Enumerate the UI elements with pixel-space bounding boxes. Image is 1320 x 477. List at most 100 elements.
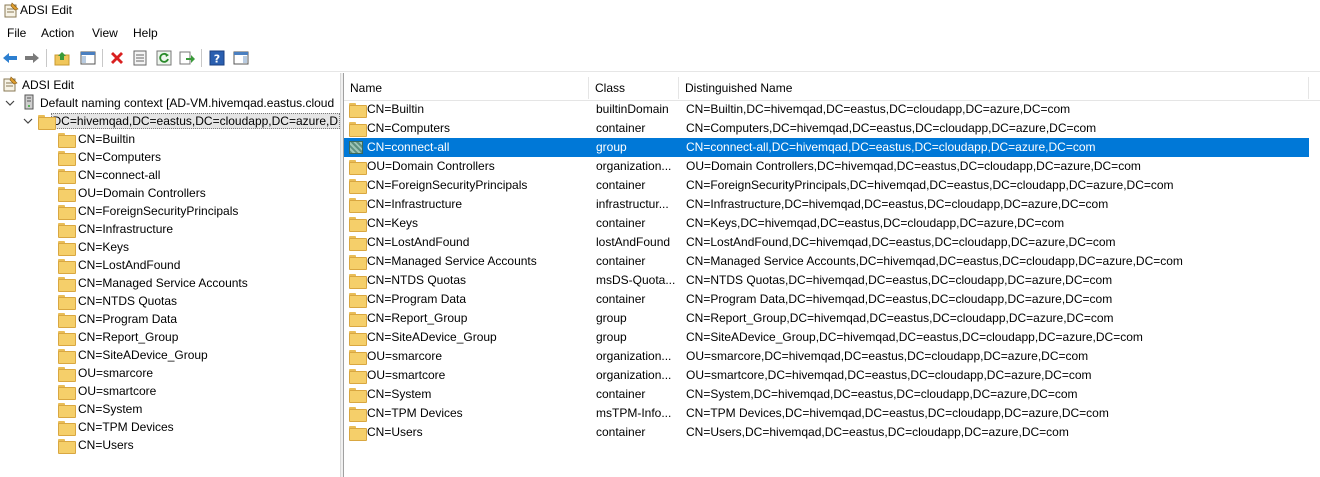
cell-dn: CN=TPM Devices,DC=hivemqad,DC=eastus,DC=… <box>686 406 1109 420</box>
tree-item[interactable]: CN=connect-all <box>58 166 160 184</box>
cell-dn: CN=Users,DC=hivemqad,DC=eastus,DC=clouda… <box>686 425 1069 439</box>
tree-item-label: CN=Computers <box>78 150 162 164</box>
folder-icon <box>58 186 76 202</box>
menu-file[interactable]: File <box>7 26 26 40</box>
cell-class: group <box>596 140 627 154</box>
table-row[interactable]: CN=Managed Service Accounts container CN=M… <box>344 252 1309 271</box>
adsi-edit-icon <box>2 75 18 95</box>
tree-item[interactable]: OU=Domain Controllers <box>58 184 206 202</box>
tree-item-label: CN=Report_Group <box>78 330 179 344</box>
tree-item[interactable]: CN=Managed Service Accounts <box>58 274 248 292</box>
tree-item[interactable]: CN=Report_Group <box>58 328 178 346</box>
table-row[interactable]: CN=Users container CN=Users,DC=hivemqad,DC… <box>344 423 1309 442</box>
cell-class: msDS-Quota... <box>596 273 676 287</box>
tree-root-label: ADSI Edit <box>22 78 75 92</box>
tree-item-label: CN=Infrastructure <box>78 222 174 236</box>
cell-dn: CN=NTDS Quotas,DC=hivemqad,DC=eastus,DC=… <box>686 273 1113 287</box>
forward-arrow-icon[interactable] <box>22 48 42 68</box>
tree-item[interactable]: OU=smarcore <box>58 364 153 382</box>
naming-context-label: Default naming context [AD-VM.hivemqad.e… <box>40 96 335 110</box>
cell-class: organization... <box>596 159 672 173</box>
table-row[interactable]: CN=ForeignSecurityPrincipals container CN=… <box>344 176 1309 195</box>
cell-class: container <box>596 425 646 439</box>
cell-name: OU=Domain Controllers <box>367 159 495 173</box>
menu-action[interactable]: Action <box>41 26 74 40</box>
tree-item[interactable]: CN=Computers <box>58 148 161 166</box>
up-folder-icon[interactable] <box>52 48 72 68</box>
cell-dn: CN=Program Data,DC=hivemqad,DC=eastus,DC… <box>686 292 1113 306</box>
tree-item[interactable]: CN=Infrastructure <box>58 220 173 238</box>
toolbar: ? <box>0 44 1320 72</box>
table-row[interactable]: CN=TPM Devices msTPM-Info... CN=TPM Device… <box>344 404 1309 423</box>
tree-item[interactable]: CN=System <box>58 400 142 418</box>
tree-item[interactable]: CN=Users <box>58 436 134 454</box>
column-header-name[interactable]: Name <box>344 77 589 99</box>
help-icon[interactable]: ? <box>207 48 227 68</box>
tree-item[interactable]: CN=LostAndFound <box>58 256 180 274</box>
table-row[interactable]: CN=NTDS Quotas msDS-Quota... CN=NTDS Quota… <box>344 271 1309 290</box>
tree-item[interactable]: CN=Keys <box>58 238 129 256</box>
tree-item[interactable]: CN=ForeignSecurityPrincipals <box>58 202 238 220</box>
tree-item[interactable]: CN=NTDS Quotas <box>58 292 177 310</box>
chevron-down-icon[interactable] <box>22 115 34 127</box>
column-header-dn[interactable]: Distinguished Name <box>679 77 1309 99</box>
tree-item[interactable]: CN=Builtin <box>58 130 135 148</box>
toolbar-separator <box>201 49 202 67</box>
cell-name: CN=ForeignSecurityPrincipals <box>367 178 528 192</box>
tree-item-domain[interactable]: DC=hivemqad,DC=eastus,DC=cloudapp,DC=azu… <box>22 112 340 130</box>
cell-name: CN=TPM Devices <box>367 406 463 420</box>
properties-icon[interactable] <box>130 48 150 68</box>
folder-icon <box>58 150 76 166</box>
list-pane[interactable]: Name Class Distinguished Name CN=Builtin… <box>344 73 1320 477</box>
table-row[interactable]: CN=connect-all group CN=connect-all,DC=hiv… <box>344 138 1309 157</box>
back-arrow-icon[interactable] <box>0 48 20 68</box>
cell-name: CN=LostAndFound <box>367 235 470 249</box>
table-row[interactable]: CN=LostAndFound lostAndFound CN=LostAndFou… <box>344 233 1309 252</box>
menu-view[interactable]: View <box>92 26 118 40</box>
tree-item[interactable]: CN=Program Data <box>58 310 177 328</box>
column-header-class[interactable]: Class <box>589 77 679 99</box>
cell-dn: OU=smarcore,DC=hivemqad,DC=eastus,DC=clo… <box>686 349 1089 363</box>
folder-icon <box>58 348 76 364</box>
chevron-down-icon[interactable] <box>4 97 16 109</box>
menu-help[interactable]: Help <box>133 26 158 40</box>
table-row[interactable]: CN=System container CN=System,DC=hivemqad,… <box>344 385 1309 404</box>
tree-item-label: CN=Keys <box>78 240 130 254</box>
cell-dn: CN=Managed Service Accounts,DC=hivemqad,… <box>686 254 1183 268</box>
tree-pane[interactable]: ADSI Edit Default naming context [AD-VM.… <box>0 73 340 477</box>
tree-item-naming-context[interactable]: Default naming context [AD-VM.hivemqad.e… <box>4 94 340 112</box>
tree-item-label: CN=Builtin <box>78 132 136 146</box>
table-row[interactable]: OU=smarcore organization... OU=smarcore,DC… <box>344 347 1309 366</box>
table-row[interactable]: CN=Builtin builtinDomain CN=Builtin,DC=hiv… <box>344 100 1309 119</box>
tree-item-label: OU=smarcore <box>78 366 154 380</box>
table-row[interactable]: CN=Program Data container CN=Program Data,… <box>344 290 1309 309</box>
table-row[interactable]: CN=Report_Group group CN=Report_Group,DC=h… <box>344 309 1309 328</box>
table-row[interactable]: OU=Domain Controllers organization... OU=D… <box>344 157 1309 176</box>
table-row[interactable]: CN=Computers container CN=Computers,DC=hiv… <box>344 119 1309 138</box>
tree-item-label: CN=SiteADevice_Group <box>78 348 208 362</box>
tree-root-adsi-edit[interactable]: ADSI Edit <box>2 75 75 95</box>
cell-name: CN=SiteADevice_Group <box>367 330 497 344</box>
refresh-icon[interactable] <box>154 48 174 68</box>
delete-icon[interactable] <box>107 48 127 68</box>
cell-class: container <box>596 292 646 306</box>
window-title: ADSI Edit <box>20 3 73 17</box>
show-hide-action-pane-icon[interactable] <box>231 48 251 68</box>
table-row[interactable]: CN=SiteADevice_Group group CN=SiteADevice_… <box>344 328 1309 347</box>
folder-icon <box>349 369 367 384</box>
table-row[interactable]: CN=Infrastructure infrastructur... CN=Infr… <box>344 195 1309 214</box>
folder-icon <box>58 258 76 274</box>
tree-item[interactable]: OU=smartcore <box>58 382 156 400</box>
folder-icon <box>58 402 76 418</box>
cell-dn: CN=System,DC=hivemqad,DC=eastus,DC=cloud… <box>686 387 1078 401</box>
tree-item[interactable]: CN=TPM Devices <box>58 418 174 436</box>
show-hide-tree-icon[interactable] <box>78 48 98 68</box>
export-list-icon[interactable] <box>177 48 197 68</box>
table-row[interactable]: OU=smartcore organization... OU=smartcore,… <box>344 366 1309 385</box>
tree-item-label: CN=Program Data <box>78 312 178 326</box>
table-row[interactable]: CN=Keys container CN=Keys,DC=hivemqad,DC=e… <box>344 214 1309 233</box>
tree-item-label: OU=smartcore <box>78 384 157 398</box>
cell-class: infrastructur... <box>596 197 669 211</box>
folder-icon <box>58 330 76 346</box>
tree-item[interactable]: CN=SiteADevice_Group <box>58 346 208 364</box>
